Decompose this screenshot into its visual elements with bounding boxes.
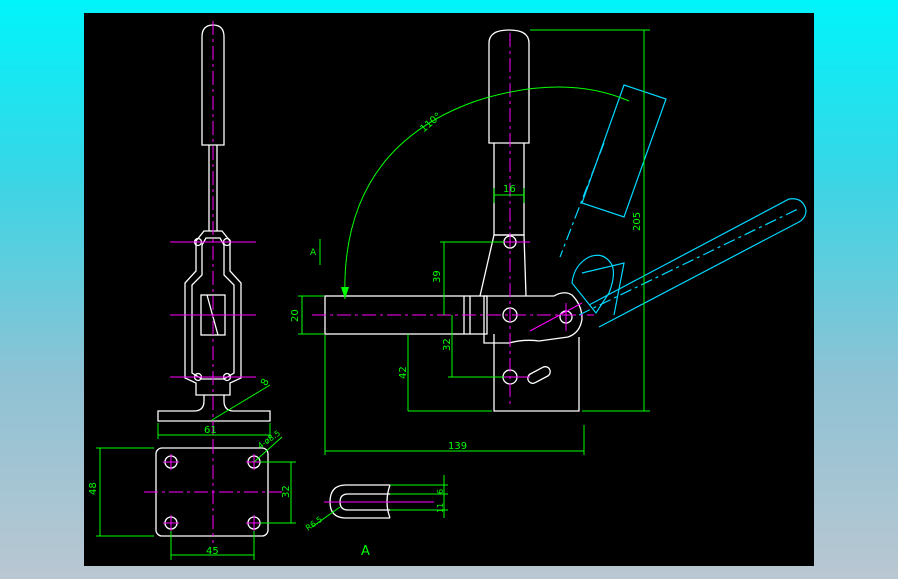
- side-link-plate: [479, 234, 527, 297]
- front-stem: [157, 395, 271, 422]
- dim-48: 48: [88, 482, 99, 495]
- dim-6: 6: [436, 489, 445, 494]
- front-view: [157, 21, 271, 445]
- detail-view-a: 6 11 R6.5 A: [304, 475, 448, 559]
- dim-angle: 110°: [418, 111, 444, 135]
- dim-32-side: 32: [442, 338, 453, 351]
- side-link-centerline: [529, 302, 583, 332]
- dim-16: 16: [503, 184, 516, 195]
- dim-angle-arrow: [341, 287, 349, 299]
- dim-42: 42: [398, 366, 409, 379]
- handle-alt-position-upper: [581, 84, 667, 218]
- dim-8-leader: [211, 384, 271, 421]
- dim-61: 61: [204, 425, 217, 436]
- toggle-clamp-drawing: 61 8 48 32 45 4-ø8.5 110° 205 16 39 32 2…: [88, 21, 807, 560]
- side-body-slot: [527, 366, 551, 384]
- front-dimensions: 61 8: [157, 377, 272, 439]
- detail-view-title: A: [361, 544, 370, 559]
- cad-drawing-viewport[interactable]: 61 8 48 32 45 4-ø8.5 110° 205 16 39 32 2…: [84, 13, 814, 566]
- side-dimensions: 110° 205 16 39 32 20 42 139 A: [290, 29, 650, 455]
- side-handle-grip: [488, 29, 530, 144]
- dim-139: 139: [448, 441, 467, 452]
- handle-alt-position-extended: [588, 198, 807, 328]
- view-arrow-label: A: [310, 248, 317, 258]
- dim-11: 11: [436, 503, 445, 513]
- alternate-positions: [559, 84, 807, 328]
- dim-32-base: 32: [281, 485, 292, 498]
- dim-45: 45: [206, 546, 219, 557]
- dim-8: 8: [259, 377, 272, 388]
- dim-205: 205: [632, 212, 643, 231]
- dim-39: 39: [432, 270, 443, 283]
- dim-hole: 4-ø8.5: [256, 429, 282, 451]
- dim-20: 20: [290, 309, 301, 322]
- dim-r65: R6.5: [304, 515, 324, 533]
